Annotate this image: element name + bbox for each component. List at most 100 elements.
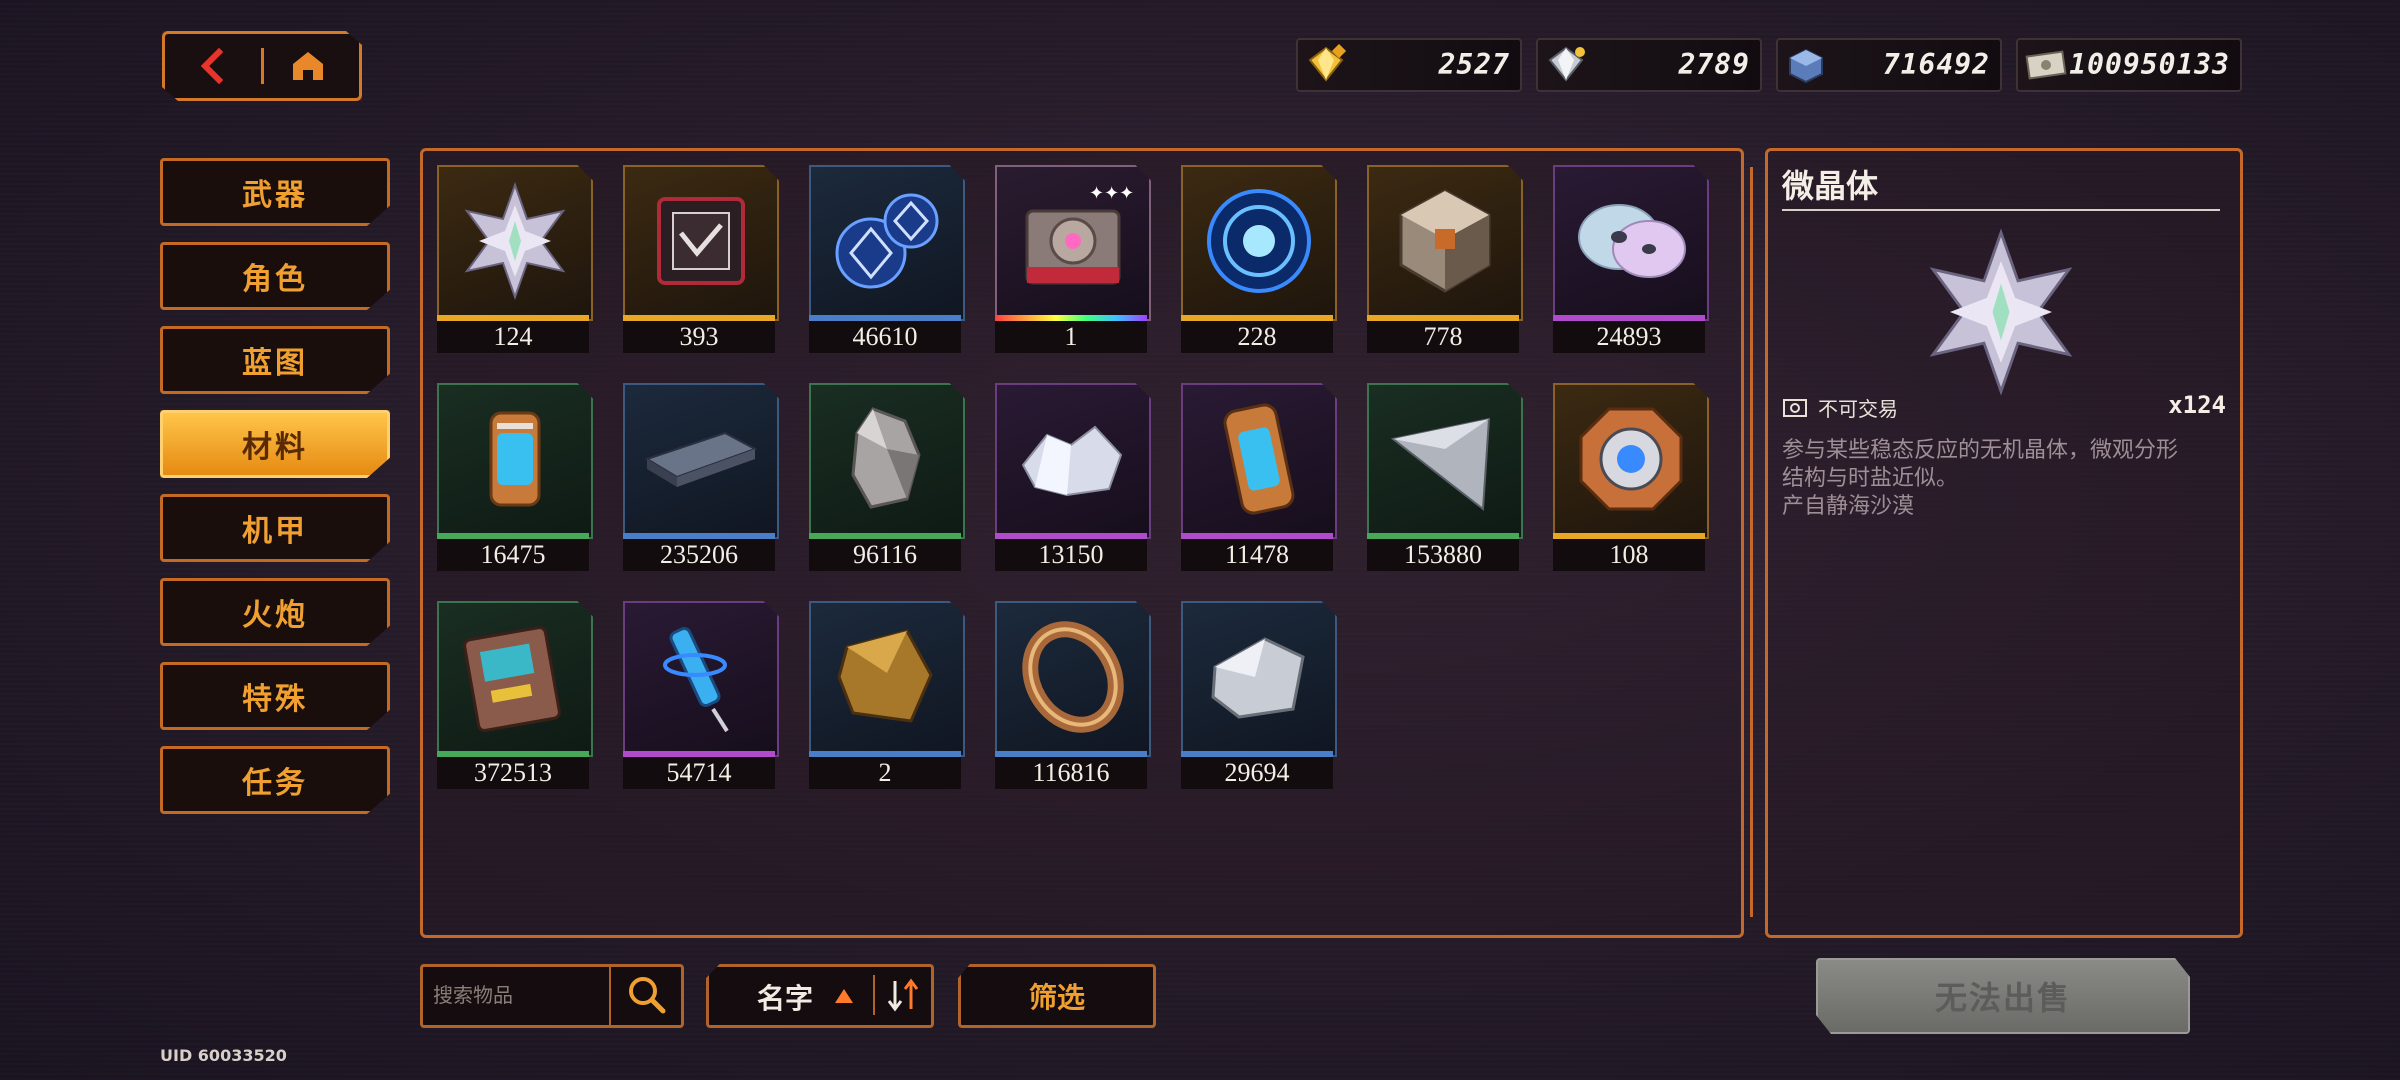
item-slot[interactable]: 11478 <box>1181 383 1337 573</box>
tab-weapons[interactable]: 武器 <box>160 158 390 226</box>
tab-label: 角色 <box>242 262 308 297</box>
item-slot[interactable]: 778 <box>1367 165 1523 355</box>
item-slot[interactable]: 16475 <box>437 383 593 573</box>
item-art <box>995 383 1151 539</box>
item-art <box>1181 601 1337 757</box>
item-count: 228 <box>1181 321 1333 353</box>
silver-gem-value: 2789 <box>1678 48 1750 81</box>
item-count: 46610 <box>809 321 961 353</box>
search-input[interactable] <box>431 975 615 1015</box>
nav-bar <box>162 31 362 101</box>
item-count: 108 <box>1553 539 1705 571</box>
crystal-cluster-icon <box>1021 425 1123 497</box>
item-slot[interactable]: 96116 <box>809 383 965 573</box>
cash-currency[interactable]: 100950133 <box>2016 38 2242 92</box>
item-slot[interactable]: 228 <box>1181 165 1337 355</box>
item-art <box>809 383 965 539</box>
item-art: ✦✦✦ <box>995 165 1151 321</box>
blue-crate-currency[interactable]: 716492 <box>1776 38 2002 92</box>
tab-label: 武器 <box>242 178 308 213</box>
tab-materials[interactable]: 材料 <box>160 410 390 478</box>
item-art <box>809 601 965 757</box>
item-slot[interactable]: 124 <box>437 165 593 355</box>
item-slot[interactable]: 46610 <box>809 165 965 355</box>
item-count: 1 <box>995 321 1147 353</box>
item-art <box>1181 383 1337 539</box>
injector-icon <box>663 626 729 733</box>
item-slot[interactable]: 393 <box>623 165 779 355</box>
item-art <box>1367 383 1523 539</box>
item-slot[interactable]: 235206 <box>623 383 779 573</box>
search-button[interactable] <box>609 967 681 1025</box>
sort-control[interactable]: 名字 <box>706 964 934 1028</box>
banknote-icon <box>2025 50 2067 80</box>
item-count: 116816 <box>995 757 1147 789</box>
silver-gem-currency[interactable]: 2789 <box>1536 38 1762 92</box>
item-art <box>437 601 593 757</box>
svg-text:✦✦✦: ✦✦✦ <box>1089 183 1133 204</box>
item-art <box>1181 165 1337 321</box>
item-art <box>1553 165 1709 321</box>
item-art <box>437 383 593 539</box>
item-slot[interactable]: 372513 <box>437 601 593 791</box>
tab-artillery[interactable]: 火炮 <box>160 578 390 646</box>
sort-divider <box>873 975 875 1015</box>
discs-icon <box>1578 204 1686 278</box>
item-description: 参与某些稳态反应的无机晶体，微观分形 结构与时盐近似。 产自静海沙漠 <box>1782 437 2222 521</box>
item-slot[interactable]: 108 <box>1553 383 1709 573</box>
circuit-board-icon <box>463 626 561 732</box>
gold-gem-currency[interactable]: 2527 <box>1296 38 1522 92</box>
item-slot[interactable]: ✦✦✦ 1 <box>995 165 1151 355</box>
tab-mechs[interactable]: 机甲 <box>160 494 390 562</box>
item-art <box>995 601 1151 757</box>
plate-icon <box>644 431 758 487</box>
item-slot[interactable]: 116816 <box>995 601 1151 791</box>
gold-gem-icon <box>1308 44 1347 82</box>
item-slot[interactable]: 29694 <box>1181 601 1337 791</box>
item-slot[interactable]: 2 <box>809 601 965 791</box>
silver-gem-icon <box>1548 46 1585 82</box>
item-art <box>809 165 965 321</box>
tab-characters[interactable]: 角色 <box>160 242 390 310</box>
desc-line: 参与某些稳态反应的无机晶体，微观分形 <box>1782 438 2179 463</box>
filter-button[interactable]: 筛选 <box>958 964 1156 1028</box>
sort-order-toggle[interactable] <box>881 973 925 1017</box>
sheet-icon <box>1390 417 1491 511</box>
item-slot[interactable]: 24893 <box>1553 165 1709 355</box>
sell-button[interactable]: 无法出售 <box>1816 958 2190 1034</box>
item-slot[interactable]: 54714 <box>623 601 779 791</box>
tab-special[interactable]: 特殊 <box>160 662 390 730</box>
back-button[interactable] <box>187 46 237 86</box>
filter-label: 筛选 <box>1028 981 1085 1014</box>
tradability-row: 不可交易 <box>1782 393 1898 422</box>
item-slot[interactable]: 13150 <box>995 383 1151 573</box>
tab-label: 火炮 <box>242 598 308 633</box>
item-slot[interactable]: 153880 <box>1367 383 1523 573</box>
tab-label: 机甲 <box>242 514 308 549</box>
user-id: UID 60033520 <box>160 1046 287 1065</box>
item-count: 96116 <box>809 539 961 571</box>
blue-core-icon <box>1207 189 1311 293</box>
tab-label: 蓝图 <box>242 346 308 381</box>
cash-value: 100950133 <box>2069 48 2230 81</box>
item-count: 13150 <box>995 539 1147 571</box>
desc-line: 结构与时盐近似。 <box>1782 466 1959 491</box>
search-box <box>420 964 684 1028</box>
home-button[interactable] <box>283 46 333 86</box>
blue-dice-icon <box>835 193 939 289</box>
item-count: 2 <box>809 757 961 789</box>
item-count: 54714 <box>623 757 775 789</box>
item-count: 16475 <box>437 539 589 571</box>
crystal-star-icon <box>464 181 566 301</box>
item-art <box>623 165 779 321</box>
tab-label: 材料 <box>242 430 308 465</box>
crate-icon <box>1789 48 1823 84</box>
item-count: 24893 <box>1553 321 1705 353</box>
amber-rock-icon <box>837 629 933 723</box>
sort-direction-icon <box>835 989 853 1003</box>
gold-gem-value: 2527 <box>1438 48 1510 81</box>
tab-quests[interactable]: 任务 <box>160 746 390 814</box>
item-count: 235206 <box>623 539 775 571</box>
item-count: 153880 <box>1367 539 1519 571</box>
tab-blueprints[interactable]: 蓝图 <box>160 326 390 394</box>
